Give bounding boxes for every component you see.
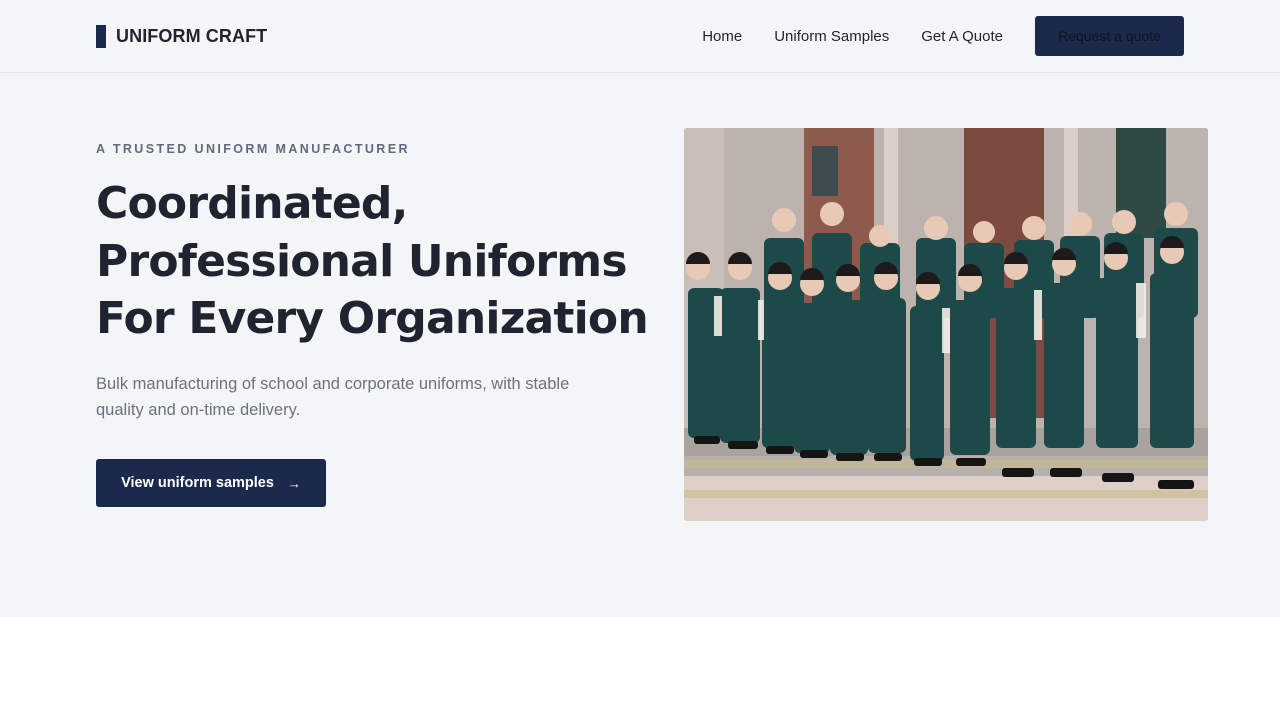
hero-title-line: Professional Uniforms [96,235,628,287]
nav-uniform-samples[interactable]: Uniform Samples [774,28,889,45]
hero-title-line: For Every Organization [96,293,649,344]
brand-logo[interactable]: UNIFORM CRAFT [96,24,267,48]
navy-bar-icon [96,24,106,48]
hero-section: A TRUSTED UNIFORM MANUFACTURER Coordinat… [0,73,1280,617]
main-nav: Home Uniform Samples Get A Quote Request… [702,16,1184,56]
hero-photo-students [684,128,1208,521]
site-header: UNIFORM CRAFT Home Uniform Samples Get A… [0,0,1280,73]
nav-get-a-quote[interactable]: Get A Quote [921,28,1003,45]
view-samples-button[interactable]: View uniform samples → [96,459,326,507]
nav-home[interactable]: Home [702,28,742,45]
brand-name: UNIFORM CRAFT [116,25,268,46]
below-hero-section [0,617,1280,720]
hero-eyebrow: A TRUSTED UNIFORM MANUFACTURER [96,142,410,156]
arrow-right-icon: → [287,475,301,491]
request-quote-button[interactable]: Request a quote [1035,16,1184,56]
hero-title: Coordinated, Professional Uniforms For E… [96,175,649,348]
hero-title-line: Coordinated, [96,178,408,229]
hero-subtitle: Bulk manufacturing of school and corpora… [96,375,570,419]
page: UNIFORM CRAFT Home Uniform Samples Get A… [0,0,1280,720]
students-photo-illustration [684,128,1208,521]
view-samples-label: View uniform samples [121,475,274,491]
